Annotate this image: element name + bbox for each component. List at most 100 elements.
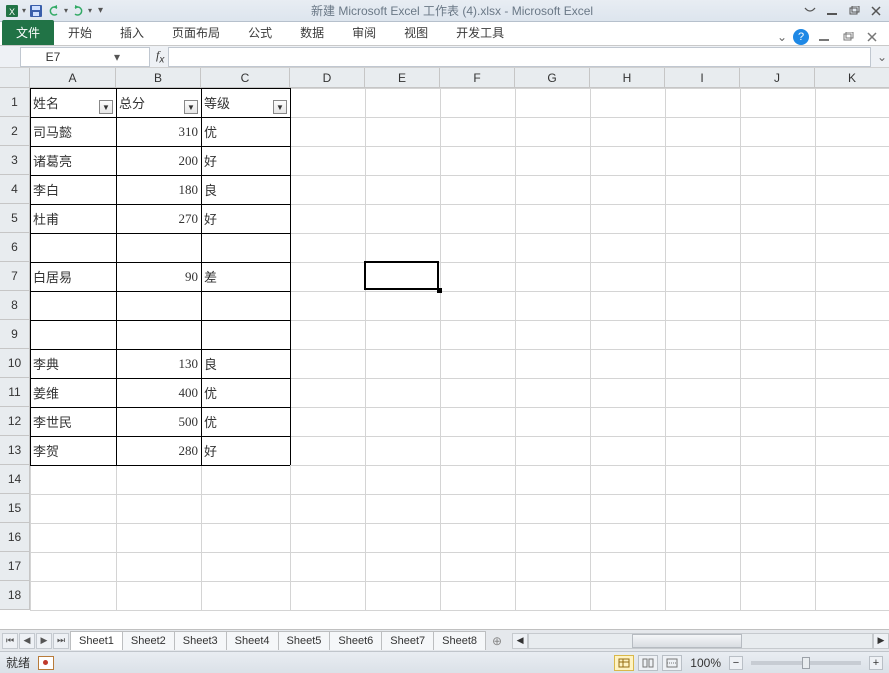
sheet-tab-Sheet6[interactable]: Sheet6: [329, 631, 382, 650]
cell-score-11[interactable]: 400: [116, 378, 201, 407]
tab-1[interactable]: 插入: [106, 20, 158, 45]
spreadsheet-grid[interactable]: ABCDEFGHIJK 123456789101112131415161718 …: [0, 68, 889, 629]
minimize-ribbon-icon[interactable]: [801, 4, 819, 18]
col-header-J[interactable]: J: [740, 68, 815, 88]
cell-grade-12[interactable]: 优: [201, 407, 290, 436]
macro-record-icon[interactable]: [38, 656, 54, 670]
tab-3[interactable]: 公式: [234, 20, 286, 45]
row-header-14[interactable]: 14: [0, 465, 30, 494]
cell-name-7[interactable]: 白居易: [30, 262, 116, 291]
window-restore-icon[interactable]: [845, 4, 863, 18]
cell-name-13[interactable]: 李贺: [30, 436, 116, 465]
window-close-icon[interactable]: [867, 4, 885, 18]
view-normal-icon[interactable]: [614, 655, 634, 671]
tab-6[interactable]: 视图: [390, 20, 442, 45]
col-header-A[interactable]: A: [30, 68, 116, 88]
cell-name-2[interactable]: 司马懿: [30, 117, 116, 146]
cell-grade-3[interactable]: 好: [201, 146, 290, 175]
cell-name-11[interactable]: 姜维: [30, 378, 116, 407]
cell-score-5[interactable]: 270: [116, 204, 201, 233]
row-header-5[interactable]: 5: [0, 204, 30, 233]
workbook-close-icon[interactable]: [863, 30, 881, 44]
col-header-C[interactable]: C: [201, 68, 290, 88]
cell-score-4[interactable]: 180: [116, 175, 201, 204]
qat-customize-icon[interactable]: ▾: [94, 5, 103, 16]
cell-grade-7[interactable]: 差: [201, 262, 290, 291]
view-page-break-icon[interactable]: [662, 655, 682, 671]
workbook-restore-icon[interactable]: [839, 30, 857, 44]
redo-dropdown-icon[interactable]: ▾: [88, 6, 92, 15]
fx-icon[interactable]: fx: [156, 48, 164, 65]
select-all-corner[interactable]: [0, 68, 30, 88]
col-header-D[interactable]: D: [290, 68, 365, 88]
cell-grade-4[interactable]: 良: [201, 175, 290, 204]
cell-score-12[interactable]: 500: [116, 407, 201, 436]
help-icon[interactable]: ?: [793, 29, 809, 45]
cell-name-12[interactable]: 李世民: [30, 407, 116, 436]
tab-0[interactable]: 开始: [54, 20, 106, 45]
row-header-11[interactable]: 11: [0, 378, 30, 407]
hscroll-right-icon[interactable]: ▶: [873, 633, 889, 649]
cell-name-10[interactable]: 李典: [30, 349, 116, 378]
hscroll-track[interactable]: [528, 633, 873, 649]
view-page-layout-icon[interactable]: [638, 655, 658, 671]
filter-dropdown-col-A[interactable]: ▼: [99, 100, 113, 114]
sheet-nav-last-icon[interactable]: ⏭: [53, 633, 69, 649]
col-header-K[interactable]: K: [815, 68, 889, 88]
row-header-18[interactable]: 18: [0, 581, 30, 610]
row-header-7[interactable]: 7: [0, 262, 30, 291]
cell-score-2[interactable]: 310: [116, 117, 201, 146]
tab-5[interactable]: 审阅: [338, 20, 390, 45]
cell-grade-5[interactable]: 好: [201, 204, 290, 233]
row-header-2[interactable]: 2: [0, 117, 30, 146]
cell-name-3[interactable]: 诸葛亮: [30, 146, 116, 175]
row-header-8[interactable]: 8: [0, 291, 30, 320]
col-header-H[interactable]: H: [590, 68, 665, 88]
cell-grade-10[interactable]: 良: [201, 349, 290, 378]
sheet-tab-Sheet7[interactable]: Sheet7: [381, 631, 434, 650]
row-header-6[interactable]: 6: [0, 233, 30, 262]
row-header-17[interactable]: 17: [0, 552, 30, 581]
sheet-tab-Sheet1[interactable]: Sheet1: [70, 631, 123, 650]
row-header-10[interactable]: 10: [0, 349, 30, 378]
zoom-in-icon[interactable]: +: [869, 656, 883, 670]
formula-bar[interactable]: [168, 47, 871, 67]
cell-grade-13[interactable]: 好: [201, 436, 290, 465]
col-header-F[interactable]: F: [440, 68, 515, 88]
tab-7[interactable]: 开发工具: [442, 20, 518, 45]
col-header-B[interactable]: B: [116, 68, 201, 88]
filter-dropdown-col-B[interactable]: ▼: [184, 100, 198, 114]
undo-dropdown-icon[interactable]: ▾: [64, 6, 68, 15]
row-header-15[interactable]: 15: [0, 494, 30, 523]
undo-icon[interactable]: [46, 3, 62, 19]
ribbon-expand-icon[interactable]: ⌄: [777, 30, 787, 44]
tab-2[interactable]: 页面布局: [158, 20, 234, 45]
row-header-4[interactable]: 4: [0, 175, 30, 204]
cell-name-5[interactable]: 杜甫: [30, 204, 116, 233]
row-header-13[interactable]: 13: [0, 436, 30, 465]
zoom-out-icon[interactable]: −: [729, 656, 743, 670]
zoom-thumb[interactable]: [802, 657, 810, 669]
sheet-tab-Sheet2[interactable]: Sheet2: [122, 631, 175, 650]
cell-grade-11[interactable]: 优: [201, 378, 290, 407]
fill-handle[interactable]: [437, 288, 442, 293]
cell-grade-2[interactable]: 优: [201, 117, 290, 146]
hscroll-left-icon[interactable]: ◀: [512, 633, 528, 649]
row-header-12[interactable]: 12: [0, 407, 30, 436]
zoom-level[interactable]: 100%: [690, 656, 721, 670]
qat-dropdown-icon[interactable]: ▾: [22, 6, 26, 15]
zoom-slider[interactable]: [751, 661, 861, 665]
sheet-tab-Sheet3[interactable]: Sheet3: [174, 631, 227, 650]
redo-icon[interactable]: [70, 3, 86, 19]
tab-4[interactable]: 数据: [286, 20, 338, 45]
row-header-16[interactable]: 16: [0, 523, 30, 552]
formula-bar-expand-icon[interactable]: ⌄: [875, 50, 889, 64]
cell-score-13[interactable]: 280: [116, 436, 201, 465]
cell-score-7[interactable]: 90: [116, 262, 201, 291]
workbook-minimize-icon[interactable]: [815, 30, 833, 44]
col-header-E[interactable]: E: [365, 68, 440, 88]
sheet-tab-Sheet5[interactable]: Sheet5: [278, 631, 331, 650]
filter-dropdown-col-C[interactable]: ▼: [273, 100, 287, 114]
new-sheet-icon[interactable]: ⊕: [486, 634, 508, 648]
hscroll-thumb[interactable]: [632, 634, 742, 648]
